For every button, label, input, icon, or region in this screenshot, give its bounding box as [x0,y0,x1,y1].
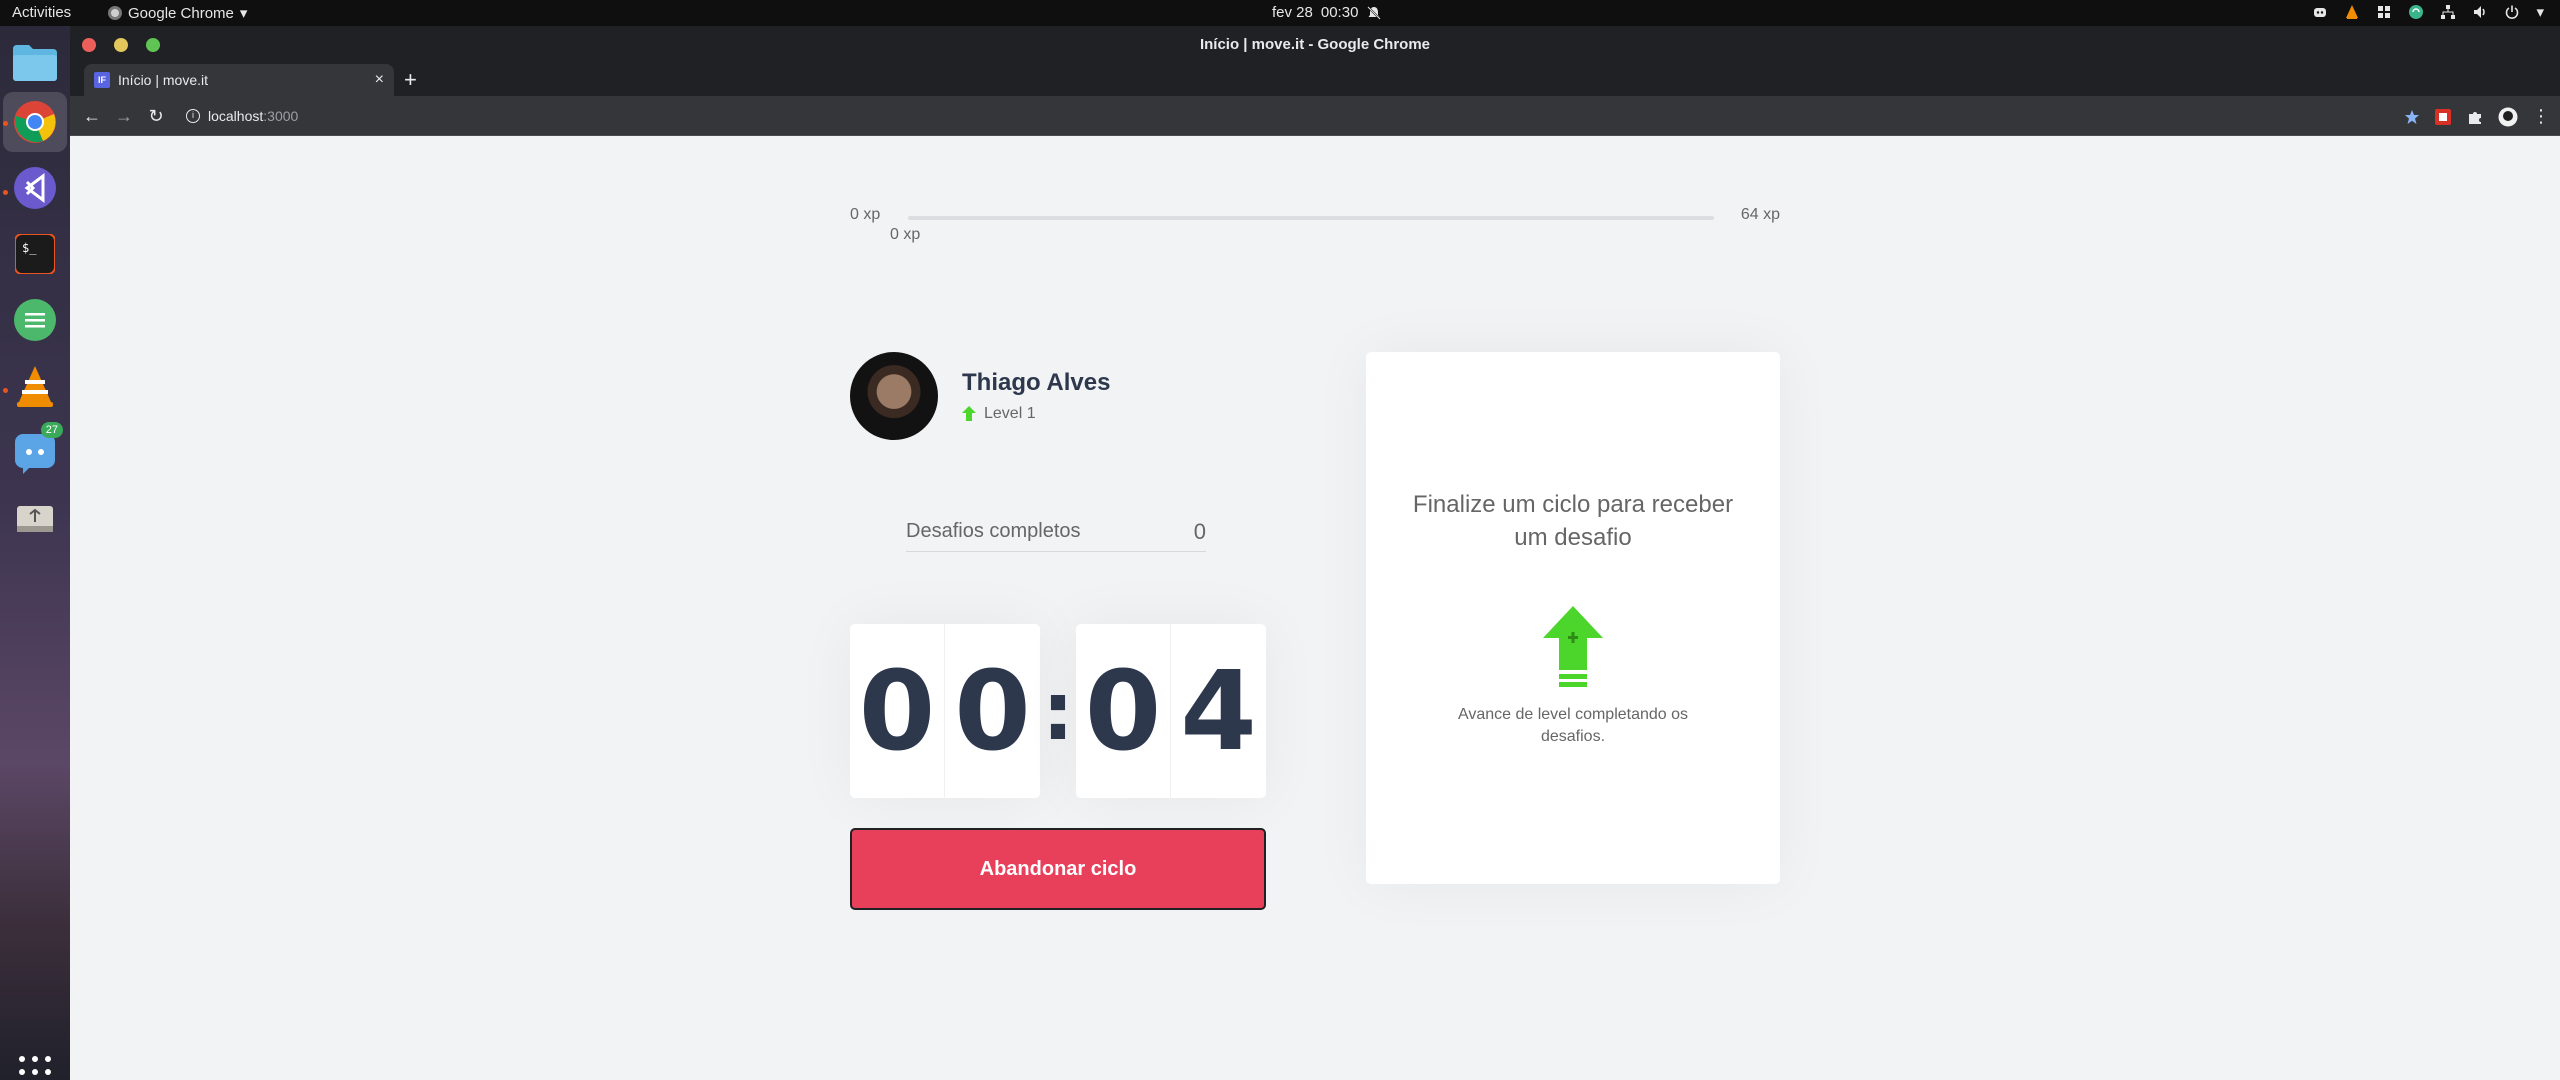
level-label: Level 1 [984,405,1036,422]
abandon-cycle-button[interactable]: Abandonar ciclo [850,828,1266,910]
extension-red-icon[interactable] [2434,108,2452,126]
close-tab-icon[interactable]: × [375,71,384,89]
files-icon[interactable] [11,38,59,86]
completed-challenges-count: 0 [1193,518,1206,544]
site-info-icon[interactable]: i [186,109,200,123]
forward-icon[interactable]: → [112,104,136,128]
caret-down-icon[interactable]: ▾ [2536,3,2544,21]
countdown-digit: 0 [954,647,1031,775]
clock-time: 00:30 [1320,4,1359,21]
countdown-digit: 4 [1180,647,1257,775]
notes-icon[interactable] [11,296,59,344]
running-indicator [3,121,8,126]
window-titlebar: Início | move.it - Google Chrome [70,26,2560,64]
browser-menu-icon[interactable]: ⋮ [2532,106,2550,127]
discord-badge: 27 [40,422,63,438]
level-indicator: Level 1 [962,405,1110,423]
level-up-arrow-icon [962,406,976,421]
bookmark-star-icon[interactable] [2404,109,2420,125]
profile: Thiago Alves Level 1 [850,352,1110,440]
app-menu[interactable]: Google Chrome ▾ [108,4,247,22]
running-indicator [3,190,8,195]
window-title: Início | move.it - Google Chrome [1199,36,1431,53]
vscode-icon[interactable] [11,164,59,212]
countdown: 0 0 : 0 4 [850,624,1266,798]
activities-button[interactable]: Activities [12,4,71,21]
browser-toolbar: ← → ↻ i localhost:3000 ⋮ [70,96,2560,136]
new-tab-button[interactable]: + [404,66,417,94]
system-top-bar: Activities Google Chrome ▾ fev 28 00:30 … [0,0,2560,26]
address-bar[interactable]: i localhost:3000 [180,101,2460,131]
reload-icon[interactable]: ↻ [144,104,168,128]
xp-end-label: 64 xp [1740,206,1780,223]
profile-avatar-icon[interactable] [2498,107,2518,127]
chrome-dock-icon[interactable] [11,98,59,146]
countdown-minutes: 0 0 [850,624,1040,798]
vlc-icon[interactable] [11,362,59,410]
tab-title: Início | move.it [118,72,209,88]
url-host: localhost [208,108,264,124]
tab-inicio[interactable]: IF Início | move.it × [84,64,394,96]
dock: $_ 27 [0,26,70,1080]
url-port: :3000 [263,108,299,124]
system-tray: ▾ [2312,3,2544,21]
browser-window: Início | move.it - Google Chrome IF Iníc… [70,26,2560,1080]
page-content: 0 xp 64 xp 0 xp Thiago Alves Level 1 Des… [70,136,2560,1080]
usb-creator-icon[interactable] [11,494,59,542]
countdown-digit: 0 [850,624,945,798]
clock[interactable]: fev 28 00:30 [1272,4,1382,21]
network-icon[interactable] [2440,4,2456,20]
caret-down-icon: ▾ [239,5,248,22]
notifications-muted-icon [1367,5,1382,20]
xp-track [908,216,1714,220]
completed-challenges: Desafios completos 0 [906,512,1206,552]
discord-icon[interactable]: 27 [11,422,63,476]
challenge-box: Finalize um ciclo para receber um desafi… [1366,352,1780,884]
sync-tray-icon[interactable] [2408,4,2424,20]
move-it-favicon-icon: IF [94,72,110,88]
countdown-seconds: 0 4 [1076,624,1266,798]
challenge-description: Avance de level completando os desafios. [1457,706,1689,745]
discord-tray-icon[interactable] [2312,4,2328,20]
xp-start-label: 0 xp [850,206,881,223]
extensions-puzzle-icon[interactable] [2466,108,2484,126]
vlc-tray-icon[interactable] [2344,4,2360,20]
completed-challenges-label: Desafios completos [906,520,1081,542]
experience-bar: 0 xp 64 xp 0 xp [850,206,1780,243]
running-indicator [3,388,8,393]
grid-tray-icon[interactable] [2376,4,2392,20]
profile-name: Thiago Alves [962,369,1111,396]
clock-date: fev 28 [1272,4,1313,21]
back-icon[interactable]: ← [80,104,104,128]
terminal-icon[interactable]: $_ [11,230,59,278]
profile-info: Thiago Alves Level 1 [962,369,1110,423]
level-up-icon [1543,606,1603,687]
challenge-title: Finalize um ciclo para receber um desafi… [1412,491,1734,551]
svg-text:$_: $_ [22,241,37,255]
xp-current-label: 0 xp [890,226,921,243]
avatar [850,352,938,440]
tab-strip [70,64,2560,96]
toolbar-actions: ⋮ [2404,106,2550,127]
show-applications-icon[interactable] [19,1056,51,1080]
countdown-separator: : [1042,664,1074,758]
chrome-icon [108,6,122,20]
app-menu-label: Google Chrome [128,4,234,22]
countdown-digit: 0 [1076,624,1171,798]
power-icon[interactable] [2504,4,2520,20]
volume-icon[interactable] [2472,4,2488,20]
